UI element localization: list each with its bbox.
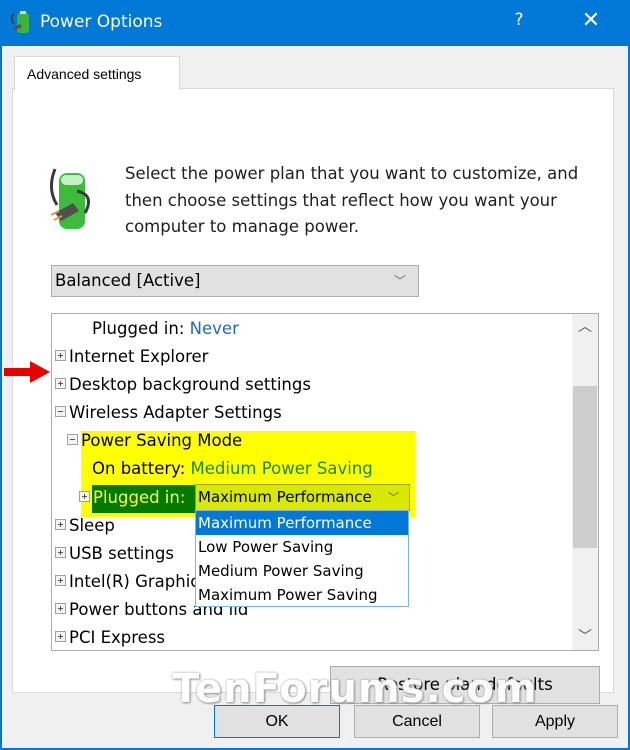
tree-row-label: Power Saving Mode <box>81 431 243 450</box>
description-text: Select the power plan that you want to c… <box>125 164 579 236</box>
tab-panel: Select the power plan that you want to c… <box>12 88 614 704</box>
tree-row-power-saving-mode[interactable]: Power Saving Mode <box>67 428 242 454</box>
setting-label: Plugged in: <box>93 488 186 507</box>
expand-icon[interactable] <box>55 547 66 558</box>
expand-icon[interactable] <box>55 350 66 361</box>
dropdown-option[interactable]: Medium Power Saving <box>196 559 408 583</box>
tree-row-plugged-in-never[interactable]: Plugged in: Never <box>92 316 239 342</box>
tree-row-plugged-in[interactable]: Plugged in: <box>79 485 185 511</box>
battery-plug-icon <box>50 168 91 229</box>
dialog-body: Advanced settings Select the power plan … <box>2 46 628 748</box>
plugged-in-dropdown[interactable]: Maximum Performance Low Power Saving Med… <box>195 510 409 607</box>
scroll-thumb[interactable] <box>573 386 597 548</box>
plugged-in-value: Maximum Performance <box>198 488 372 506</box>
dropdown-option[interactable]: Maximum Power Saving <box>196 583 408 607</box>
tree-row-desktop-background[interactable]: Desktop background settings <box>55 372 311 398</box>
power-plan-icon <box>10 11 29 33</box>
expand-icon[interactable] <box>55 603 66 614</box>
title-bar: Power Options ? ✕ <box>0 0 630 46</box>
red-arrow-icon <box>4 361 50 383</box>
tree-row-on-battery[interactable]: On battery: Medium Power Saving <box>92 456 373 482</box>
tree-row-label: Internet Explorer <box>69 347 209 366</box>
setting-label: On battery: <box>92 459 186 478</box>
expand-icon[interactable] <box>55 378 66 389</box>
window-title: Power Options <box>40 12 163 32</box>
tree-row-label: Wireless Adapter Settings <box>69 403 282 422</box>
plugged-in-select[interactable]: Maximum Performance ﹀ <box>195 484 410 511</box>
expand-icon[interactable] <box>55 575 66 586</box>
tab-advanced-settings[interactable]: Advanced settings <box>14 56 180 90</box>
tree-row-label: Desktop background settings <box>69 375 311 394</box>
tree-scrollbar[interactable]: ︿ ﹀ <box>572 314 598 650</box>
collapse-icon[interactable] <box>55 406 66 417</box>
expand-icon <box>79 491 90 502</box>
tree-row-label: USB settings <box>69 544 174 563</box>
tree-row-usb-settings[interactable]: USB settings <box>55 541 174 567</box>
collapse-icon[interactable] <box>67 434 78 445</box>
watermark: TenForums.com <box>172 666 538 712</box>
setting-value[interactable]: Medium Power Saving <box>191 459 373 478</box>
dropdown-option[interactable]: Low Power Saving <box>196 535 408 559</box>
scroll-up-arrow-icon[interactable]: ︿ <box>572 314 598 340</box>
power-plan-select[interactable]: Balanced [Active] ﹀ <box>51 265 419 297</box>
settings-tree[interactable]: Plugged in: Never Internet Explorer Desk… <box>51 313 599 651</box>
setting-label: Plugged in: <box>92 319 185 338</box>
dropdown-option[interactable]: Maximum Performance <box>196 511 408 535</box>
chevron-down-icon: ﹀ <box>393 274 406 288</box>
setting-value[interactable]: Never <box>190 319 239 338</box>
power-options-window: Power Options ? ✕ Advanced settings Sele… <box>0 0 630 750</box>
chevron-down-icon: ﹀ <box>388 491 399 504</box>
expand-icon[interactable] <box>55 519 66 530</box>
tree-row-label: PCI Express <box>69 628 166 647</box>
scroll-down-arrow-icon[interactable]: ﹀ <box>572 624 598 650</box>
expand-icon[interactable] <box>55 631 66 642</box>
close-button[interactable]: ✕ <box>574 8 608 38</box>
help-button[interactable]: ? <box>504 10 534 36</box>
tree-row-wireless-adapter[interactable]: Wireless Adapter Settings <box>55 400 282 426</box>
tree-row-sleep[interactable]: Sleep <box>55 513 115 539</box>
tree-row-pci-express[interactable]: PCI Express <box>55 625 166 650</box>
tree-row-internet-explorer[interactable]: Internet Explorer <box>55 344 208 370</box>
power-plan-value: Balanced [Active] <box>55 271 201 290</box>
tree-row-label: Sleep <box>69 516 115 535</box>
